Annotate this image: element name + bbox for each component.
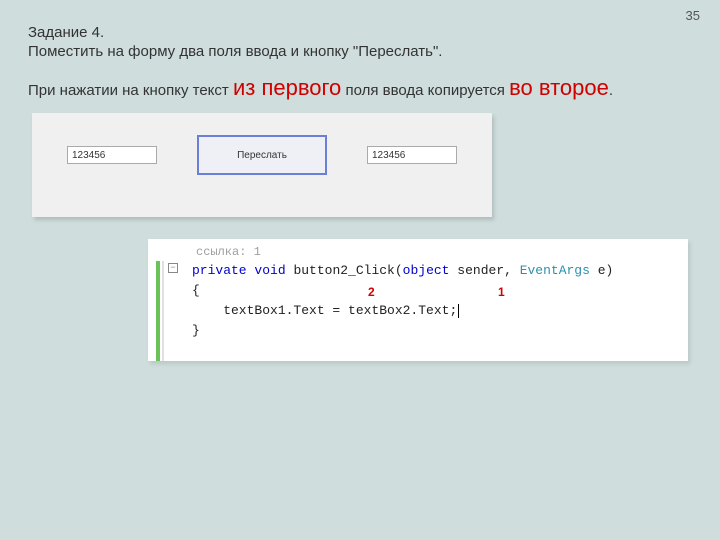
textbox-2[interactable]: 123456 — [367, 146, 457, 164]
task-em-second: во второе — [509, 75, 609, 100]
method-name: button2_Click( — [286, 263, 403, 278]
code-line-body: textBox1.Text = textBox2.Text; — [192, 301, 688, 321]
kw-object: object — [403, 263, 450, 278]
task-title: Задание 4. — [28, 24, 692, 41]
code-line-brace-open: { — [192, 281, 688, 301]
task-em-first: из первого — [233, 75, 341, 100]
task-text-a: При нажатии на кнопку текст — [28, 82, 233, 99]
fold-toggle-icon[interactable]: − — [168, 263, 178, 273]
textbox-1[interactable]: 123456 — [67, 146, 157, 164]
task-line-2: При нажатии на кнопку текст из первого п… — [28, 70, 692, 105]
fold-guide — [162, 261, 164, 361]
code-line-brace-close: } — [192, 321, 688, 341]
kw-private: private — [192, 263, 247, 278]
change-bar — [156, 261, 160, 361]
forward-button[interactable]: Переслать — [197, 135, 327, 175]
task-line-1: Поместить на форму два поля ввода и кноп… — [28, 43, 692, 60]
form-window-mock: 123456 Переслать 123456 — [32, 113, 492, 217]
task-period: . — [609, 82, 613, 99]
code-reference-label: ссылка: 1 — [148, 239, 688, 261]
annotation-2: 2 — [368, 285, 375, 299]
annotation-1: 1 — [498, 285, 505, 299]
arg-e: e) — [590, 263, 613, 278]
slide-content: Задание 4. Поместить на форму два поля в… — [0, 0, 720, 371]
code-body-text: textBox1.Text = textBox2.Text; — [192, 303, 457, 318]
kw-void: void — [254, 263, 285, 278]
code-line-signature: private void button2_Click(object sender… — [192, 261, 688, 281]
form-inner: 123456 Переслать 123456 — [32, 135, 492, 175]
code-editor-mock: ссылка: 1 − 2 1 private void button2_Cli… — [148, 239, 688, 361]
task-text-b: поля ввода копируется — [341, 82, 509, 99]
type-eventargs: EventArgs — [520, 263, 590, 278]
arg-sender: sender, — [449, 263, 519, 278]
code-body: − 2 1 private void button2_Click(object … — [148, 261, 688, 361]
page-number: 35 — [686, 8, 700, 23]
text-caret — [458, 304, 459, 318]
